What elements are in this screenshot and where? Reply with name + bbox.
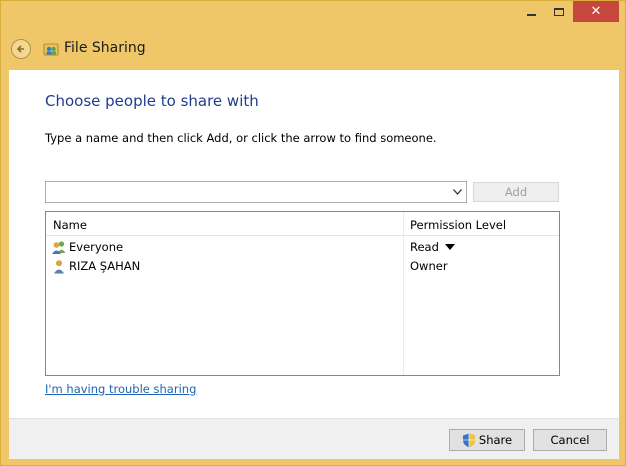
file-sharing-window: ✕ File Sharing Choose people to share wi…: [0, 0, 626, 466]
maximize-icon: [554, 7, 564, 16]
maximize-button[interactable]: [545, 1, 573, 22]
content-panel: Choose people to share with Type a name …: [9, 70, 619, 418]
page-heading: Choose people to share with: [45, 92, 259, 110]
chevron-down-icon: [452, 189, 462, 195]
combo-dropdown-button[interactable]: [450, 185, 464, 199]
trouble-sharing-link[interactable]: I'm having trouble sharing: [45, 382, 196, 396]
list-item-name: RIZA ŞAHAN: [69, 259, 141, 273]
share-list: Name Permission Level Everyone Read RIZA…: [45, 211, 560, 376]
list-item-everyone[interactable]: Everyone Read: [46, 238, 559, 257]
share-button-label: Share: [478, 433, 513, 447]
instructions-text: Type a name and then click Add, or click…: [45, 131, 437, 145]
column-header-name[interactable]: Name: [53, 218, 87, 232]
column-header-permission[interactable]: Permission Level: [410, 218, 506, 232]
footer-bar: Share Cancel: [9, 418, 619, 459]
permission-value: Read: [410, 240, 439, 254]
permission-value: Owner: [410, 259, 448, 273]
caption-buttons: ✕: [517, 1, 619, 23]
list-item-owner[interactable]: RIZA ŞAHAN Owner: [46, 257, 559, 276]
list-item-name: Everyone: [69, 240, 124, 254]
permission-dropdown[interactable]: Read: [410, 240, 455, 254]
minimize-button[interactable]: [517, 1, 545, 22]
caret-down-icon[interactable]: [444, 244, 455, 250]
name-combobox[interactable]: [45, 181, 467, 203]
uac-shield-icon: [462, 433, 475, 447]
window-title: File Sharing: [64, 40, 146, 56]
back-button[interactable]: [11, 39, 31, 59]
file-sharing-icon: [43, 43, 59, 56]
user-icon: [54, 260, 64, 274]
name-input[interactable]: [50, 185, 440, 201]
group-icon: [52, 241, 66, 254]
close-icon: ✕: [590, 4, 602, 19]
close-button[interactable]: ✕: [573, 1, 619, 22]
add-button[interactable]: Add: [473, 182, 559, 202]
cancel-button[interactable]: Cancel: [533, 429, 607, 451]
minimize-icon: [526, 13, 536, 16]
title-bar: File Sharing: [1, 29, 625, 69]
share-button[interactable]: Share: [449, 429, 525, 451]
column-divider: [403, 212, 404, 375]
list-header: Name Permission Level: [46, 212, 559, 236]
back-arrow-icon: [16, 45, 24, 53]
